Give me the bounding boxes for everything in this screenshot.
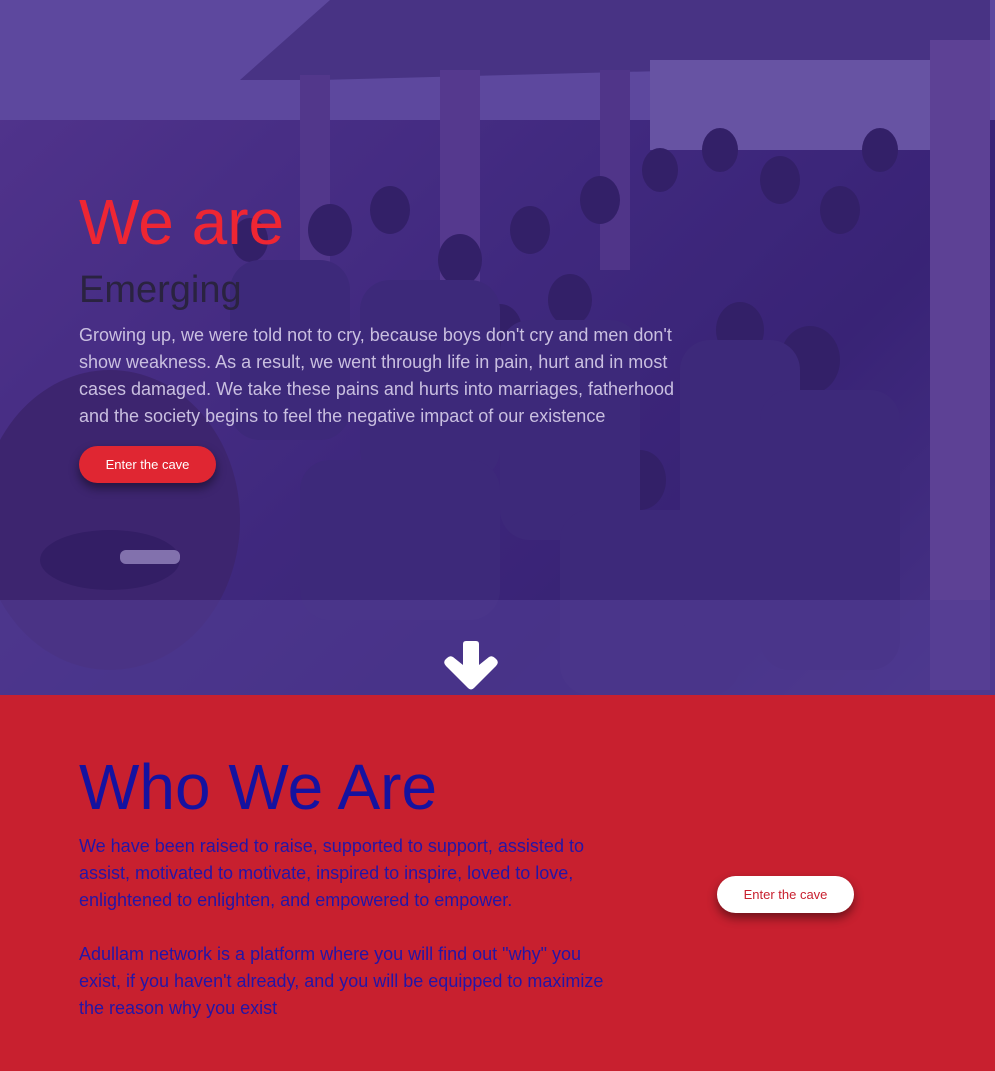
enter-the-cave-button-secondary[interactable]: Enter the cave <box>717 876 854 913</box>
hero-section: We are Emerging Growing up, we were told… <box>0 0 995 695</box>
hero-title: We are <box>79 186 285 258</box>
section-title: Who We Are <box>79 751 438 823</box>
hero-content: We are Emerging Growing up, we were told… <box>79 186 679 483</box>
about-paragraph-2: Adullam network is a platform where you … <box>79 944 604 1018</box>
about-paragraph-1: We have been raised to raise, supported … <box>79 836 584 910</box>
hero-subtitle: Emerging <box>79 269 242 311</box>
about-text: We have been raised to raise, supported … <box>79 833 619 1022</box>
hero-description: Growing up, we were told not to cry, bec… <box>79 325 675 426</box>
enter-the-cave-button[interactable]: Enter the cave <box>79 446 216 483</box>
arrow-down-icon[interactable] <box>444 641 498 691</box>
